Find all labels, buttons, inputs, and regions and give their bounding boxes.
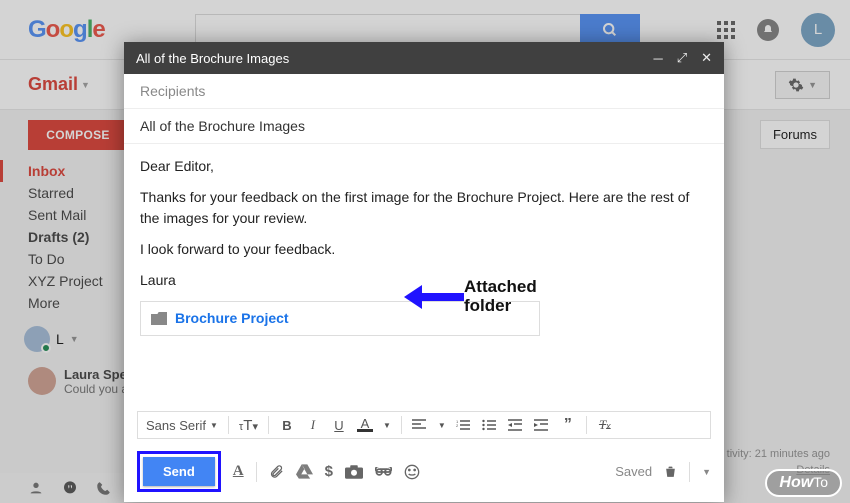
- compose-window: All of the Brochure Images ─ ⤢ ✕ Recipie…: [124, 42, 724, 502]
- activity-line: tivity: 21 minutes ago: [727, 447, 830, 462]
- emoji-icon[interactable]: [404, 464, 420, 480]
- avatar-icon: [24, 326, 50, 352]
- svg-text:2: 2: [456, 423, 459, 428]
- caret-down-icon: ▼: [81, 80, 90, 90]
- google-logo[interactable]: Google: [28, 16, 105, 44]
- format-toggle-button[interactable]: A: [233, 463, 244, 480]
- font-family-select[interactable]: Sans Serif ▼: [146, 418, 218, 433]
- howto-watermark: HowTo: [765, 469, 842, 497]
- send-button[interactable]: Send: [143, 457, 215, 486]
- quote-button[interactable]: ”: [560, 416, 576, 434]
- search-wrap: [195, 14, 640, 46]
- account-avatar[interactable]: L: [801, 13, 835, 47]
- badge-to: To: [813, 474, 828, 490]
- tutorial-annotation: Attached folder: [404, 278, 537, 315]
- money-icon[interactable]: $: [325, 463, 333, 480]
- settings-button[interactable]: ▼: [775, 71, 830, 99]
- text-color-button[interactable]: A: [357, 418, 373, 433]
- phone-icon[interactable]: [96, 481, 111, 496]
- bullet-list-button[interactable]: [482, 419, 498, 431]
- subject-field[interactable]: All of the Brochure Images: [124, 109, 724, 144]
- recipients-field[interactable]: Recipients: [124, 74, 724, 109]
- attach-icon[interactable]: [269, 463, 284, 480]
- font-size-button[interactable]: τT▾: [239, 417, 258, 434]
- send-highlight: Send: [137, 451, 221, 492]
- search-input[interactable]: [195, 14, 580, 46]
- arrow-left-icon: [404, 283, 464, 311]
- notifications-icon[interactable]: [757, 19, 779, 41]
- compose-button[interactable]: COMPOSE: [28, 120, 128, 150]
- expand-icon[interactable]: ⤢: [677, 50, 687, 66]
- more-options-icon[interactable]: ▼: [702, 467, 711, 477]
- photo-icon[interactable]: [345, 465, 363, 479]
- folder-icon: [151, 312, 167, 325]
- link-icon[interactable]: [375, 467, 392, 477]
- discard-icon[interactable]: [664, 464, 677, 479]
- search-button[interactable]: [580, 14, 640, 46]
- clear-format-button[interactable]: Tx: [597, 417, 613, 433]
- gear-icon: [788, 77, 804, 93]
- formatting-toolbar: Sans Serif ▼ τT▾ B I U A▼ ▼ 12 ” Tx: [137, 411, 711, 439]
- header-right: L: [717, 13, 835, 47]
- caret-down-icon: ▼: [808, 80, 817, 90]
- caret-down-icon: ▼: [70, 334, 79, 344]
- compose-titlebar[interactable]: All of the Brochure Images ─ ⤢ ✕: [124, 42, 724, 74]
- indent-more-button[interactable]: [534, 419, 550, 431]
- badge-how: How: [779, 474, 813, 491]
- indent-less-button[interactable]: [508, 419, 524, 431]
- apps-icon[interactable]: [717, 21, 735, 39]
- category-tabs: Forums: [760, 120, 830, 149]
- gmail-dropdown[interactable]: Gmail ▼: [28, 74, 90, 95]
- person-icon[interactable]: [28, 480, 44, 496]
- avatar-icon: [28, 367, 56, 395]
- minimize-icon[interactable]: ─: [653, 51, 662, 66]
- compose-body[interactable]: Dear Editor, Thanks for your feedback on…: [124, 144, 724, 405]
- body-greeting: Dear Editor,: [140, 156, 708, 177]
- saved-label: Saved: [615, 464, 652, 479]
- body-paragraph: I look forward to your feedback.: [140, 239, 708, 260]
- body-paragraph: Thanks for your feedback on the first im…: [140, 187, 708, 229]
- drive-icon[interactable]: [296, 464, 313, 479]
- search-icon: [602, 22, 618, 38]
- attachment-name: Brochure Project: [175, 308, 289, 329]
- hangout-name: L: [56, 331, 64, 347]
- annotation-text: Attached folder: [464, 278, 537, 315]
- italic-button[interactable]: I: [305, 417, 321, 433]
- bold-button[interactable]: B: [279, 418, 295, 433]
- align-button[interactable]: [412, 419, 428, 431]
- underline-button[interactable]: U: [331, 418, 347, 433]
- font-label: Sans Serif: [146, 418, 206, 433]
- close-icon[interactable]: ✕: [701, 50, 712, 66]
- gmail-label: Gmail: [28, 74, 78, 95]
- compose-title: All of the Brochure Images: [136, 51, 289, 66]
- numbered-list-button[interactable]: 12: [456, 419, 472, 431]
- compose-footer: Send A $ Saved ▼: [124, 443, 724, 502]
- tab-forums[interactable]: Forums: [761, 121, 829, 148]
- hangouts-icon[interactable]: [62, 480, 78, 496]
- presence-dot-icon: [41, 343, 51, 353]
